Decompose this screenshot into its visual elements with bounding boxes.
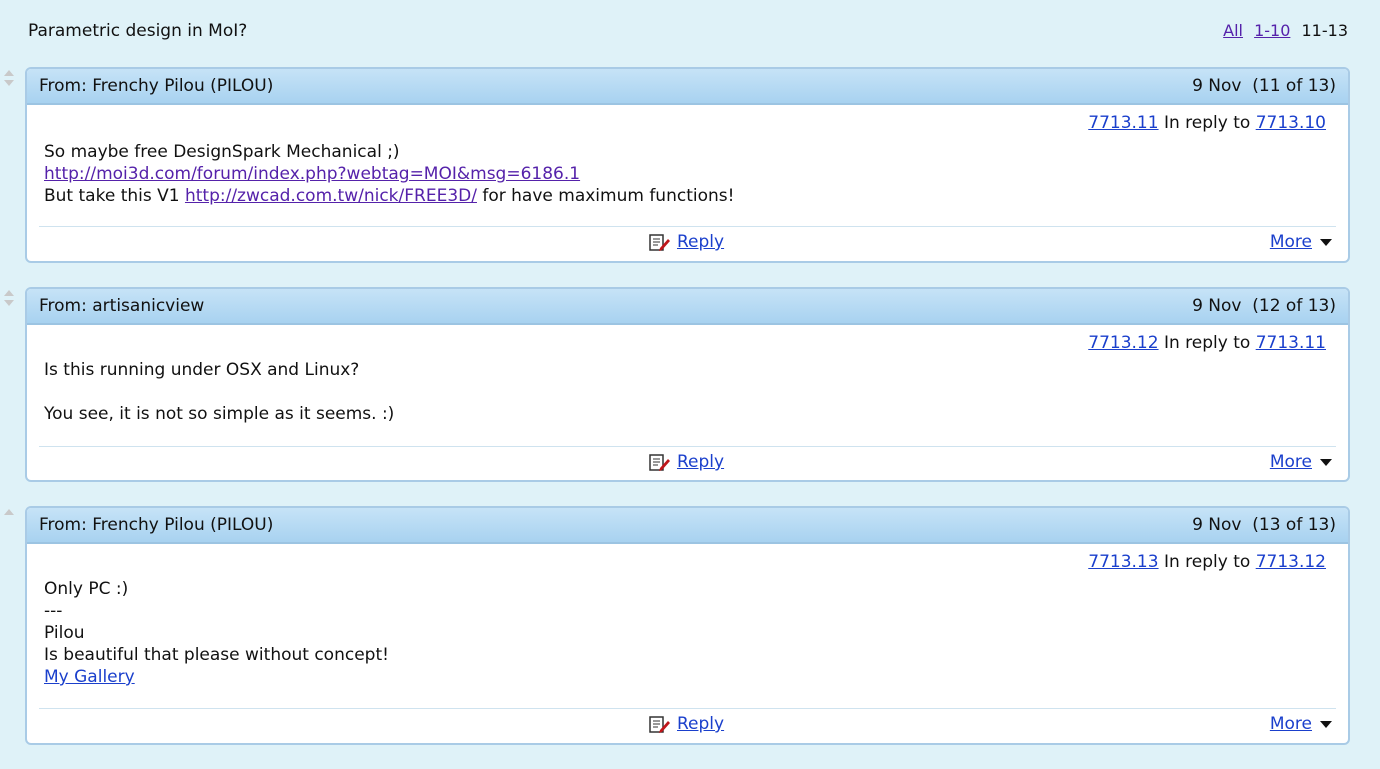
vote-up-icon[interactable] [4, 509, 14, 515]
message-header: From: artisanicview 9 Nov (12 of 13) [27, 289, 1348, 325]
reply-edit-icon [649, 234, 670, 251]
vote-arrows [4, 509, 16, 519]
message-date: 9 Nov (13 of 13) [1192, 515, 1336, 535]
topic-title: Parametric design in MoI? [28, 21, 248, 41]
vote-arrows [4, 70, 16, 86]
in-reply-label: In reply to [1163, 333, 1251, 353]
message-id-link[interactable]: 7713.12 [1088, 333, 1158, 353]
body-line: --- [44, 601, 63, 621]
more-button[interactable]: More [1270, 714, 1312, 734]
body-link[interactable]: http://moi3d.com/forum/index.php?webtag=… [44, 164, 580, 184]
body-line: Is this running under OSX and Linux? [44, 360, 360, 380]
pager-all-link[interactable]: All [1223, 21, 1243, 40]
message-id-link[interactable]: 7713.11 [1088, 113, 1158, 133]
message-ref: 7713.13 In reply to 7713.12 [1088, 552, 1326, 572]
reply-action[interactable]: Reply [649, 713, 724, 735]
pager-current: 11-13 [1301, 21, 1349, 40]
reply-to-link[interactable]: 7713.10 [1256, 113, 1326, 133]
reply-action[interactable]: Reply [649, 231, 724, 253]
reply-button[interactable]: Reply [677, 452, 724, 472]
reply-to-link[interactable]: 7713.11 [1256, 333, 1326, 353]
reply-button[interactable]: Reply [677, 232, 724, 252]
message-card: From: Frenchy Pilou (PILOU) 9 Nov (13 of… [25, 506, 1350, 745]
body-text: But take this V1 [44, 186, 185, 206]
body-line: You see, it is not so simple as it seems… [44, 404, 395, 424]
body-line: Is beautiful that please without concept… [44, 645, 389, 665]
topic-bar: Parametric design in MoI? All 1-10 11-13 [28, 19, 1348, 43]
message-id-link[interactable]: 7713.13 [1088, 552, 1158, 572]
reply-edit-icon [649, 454, 670, 471]
vote-up-icon[interactable] [4, 70, 14, 76]
divider [39, 446, 1336, 447]
in-reply-label: In reply to [1163, 113, 1251, 133]
vote-down-icon[interactable] [4, 300, 14, 306]
vote-arrows [4, 290, 16, 306]
body-line: So maybe free DesignSpark Mechanical ;) [44, 142, 400, 162]
in-reply-label: In reply to [1163, 552, 1251, 572]
chevron-down-icon [1320, 720, 1332, 728]
body-line: Pilou [44, 623, 85, 643]
body-line: Only PC :) [44, 579, 129, 599]
message-ref: 7713.12 In reply to 7713.11 [1088, 333, 1326, 353]
more-menu[interactable]: More [1270, 231, 1332, 253]
message-body: Only PC :) --- Pilou Is beautiful that p… [44, 578, 389, 688]
message-author: From: Frenchy Pilou (PILOU) [39, 76, 274, 96]
vote-down-icon[interactable] [4, 80, 14, 86]
body-text: for have maximum functions! [476, 186, 735, 206]
message-card: From: artisanicview 9 Nov (12 of 13) 771… [25, 287, 1350, 482]
message-card: From: Frenchy Pilou (PILOU) 9 Nov (11 of… [25, 67, 1350, 263]
divider [39, 708, 1336, 709]
message-author: From: artisanicview [39, 296, 205, 316]
body-link[interactable]: http://zwcad.com.tw/nick/FREE3D/ [185, 186, 477, 206]
message-header: From: Frenchy Pilou (PILOU) 9 Nov (11 of… [27, 69, 1348, 105]
reply-action[interactable]: Reply [649, 451, 724, 473]
more-button[interactable]: More [1270, 452, 1312, 472]
message-header: From: Frenchy Pilou (PILOU) 9 Nov (13 of… [27, 508, 1348, 544]
message-author: From: Frenchy Pilou (PILOU) [39, 515, 274, 535]
chevron-down-icon [1320, 238, 1332, 246]
message-date: 9 Nov (12 of 13) [1192, 296, 1336, 316]
more-menu[interactable]: More [1270, 713, 1332, 735]
message-body: Is this running under OSX and Linux? You… [44, 359, 394, 425]
pager-range-link[interactable]: 1-10 [1254, 21, 1290, 40]
gallery-link[interactable]: My Gallery [44, 667, 135, 687]
chevron-down-icon [1320, 458, 1332, 466]
message-ref: 7713.11 In reply to 7713.10 [1088, 113, 1326, 133]
vote-up-icon[interactable] [4, 290, 14, 296]
reply-to-link[interactable]: 7713.12 [1256, 552, 1326, 572]
pager: All 1-10 11-13 [1217, 19, 1348, 43]
reply-edit-icon [649, 716, 670, 733]
message-date: 9 Nov (11 of 13) [1192, 76, 1336, 96]
divider [39, 226, 1336, 227]
more-button[interactable]: More [1270, 232, 1312, 252]
reply-button[interactable]: Reply [677, 714, 724, 734]
message-body: So maybe free DesignSpark Mechanical ;) … [44, 141, 734, 207]
more-menu[interactable]: More [1270, 451, 1332, 473]
